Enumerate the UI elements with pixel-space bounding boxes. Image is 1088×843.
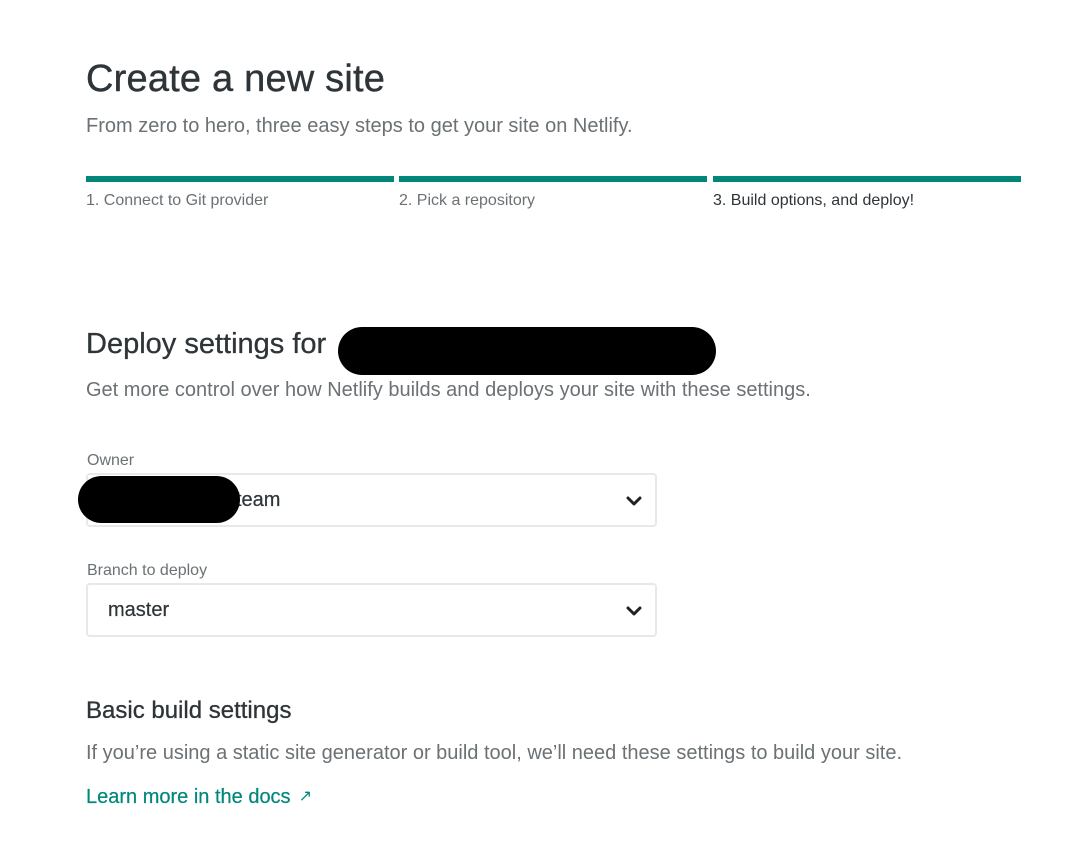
deploy-settings-description: Get more control over how Netlify builds… [86,379,811,401]
docs-link-label: Learn more in the docs [86,786,291,808]
redacted-site-name [338,327,716,375]
deploy-settings-title: Deploy settings for [86,328,327,360]
page-title: Create a new site [86,58,386,100]
step-progress-bar [713,176,1021,182]
basic-build-settings-title: Basic build settings [86,697,292,724]
step-progress-bar [86,176,394,182]
basic-build-settings-description: If you’re using a static site generator … [86,742,903,764]
learn-more-docs-link[interactable]: Learn more in the docs ↗ [86,786,312,809]
progress-steps: 1. Connect to Git provider 2. Pick a rep… [86,176,1021,216]
step-connect-git: 1. Connect to Git provider [86,176,394,216]
step-label: 2. Pick a repository [399,192,536,209]
chevron-down-icon [626,496,642,506]
step-label: 3. Build options, and deploy! [713,192,915,209]
owner-select-value: team [236,489,281,511]
page-subtitle: From zero to hero, three easy steps to g… [86,115,633,137]
chevron-down-icon [626,606,642,616]
step-label: 1. Connect to Git provider [86,192,269,209]
owner-label: Owner [87,452,135,469]
redacted-owner-name [78,476,240,523]
step-pick-repository: 2. Pick a repository [399,176,707,216]
external-link-icon: ↗ [298,788,312,805]
step-build-options: 3. Build options, and deploy! [713,176,1021,216]
step-progress-bar [399,176,707,182]
branch-label: Branch to deploy [87,562,208,579]
branch-select[interactable]: master [86,583,657,637]
branch-select-value: master [108,599,170,621]
